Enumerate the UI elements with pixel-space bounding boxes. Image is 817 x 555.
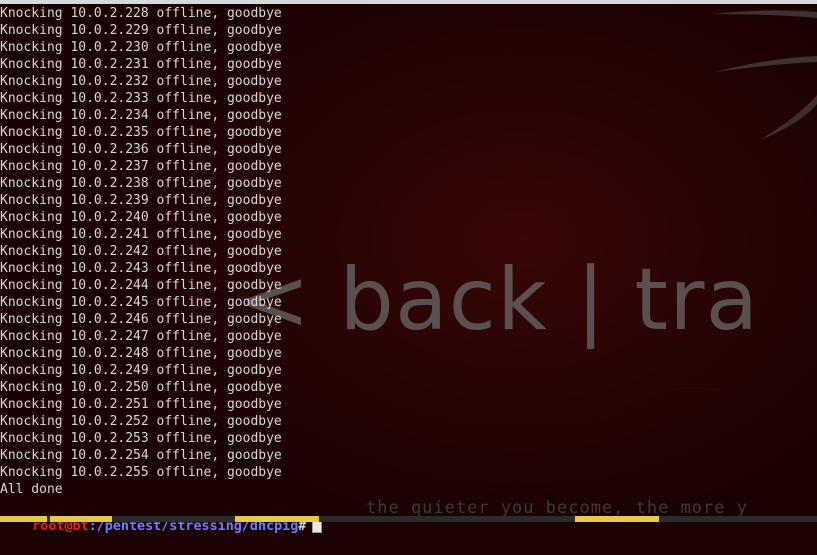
terminal-line: Knocking 10.0.2.253 offline, goodbye [0, 431, 282, 446]
terminal-line: Knocking 10.0.2.230 offline, goodbye [0, 40, 282, 55]
terminal-line: Knocking 10.0.2.237 offline, goodbye [0, 159, 282, 174]
terminal-line: Knocking 10.0.2.250 offline, goodbye [0, 380, 282, 395]
terminal-line: Knocking 10.0.2.235 offline, goodbye [0, 125, 282, 140]
terminal-line: Knocking 10.0.2.246 offline, goodbye [0, 312, 282, 327]
terminal-line: Knocking 10.0.2.255 offline, goodbye [0, 465, 282, 480]
terminal-output: Knocking 10.0.2.228 offline, goodbye Knoc… [0, 5, 282, 498]
taskbar-item-3[interactable] [235, 516, 319, 522]
terminal-line: Knocking 10.0.2.245 offline, goodbye [0, 295, 282, 310]
terminal-line: Knocking 10.0.2.248 offline, goodbye [0, 346, 282, 361]
terminal-line: Knocking 10.0.2.243 offline, goodbye [0, 261, 282, 276]
terminal-line: Knocking 10.0.2.242 offline, goodbye [0, 244, 282, 259]
terminal-line: Knocking 10.0.2.233 offline, goodbye [0, 91, 282, 106]
terminal-line: Knocking 10.0.2.247 offline, goodbye [0, 329, 282, 344]
terminal-line: All done [0, 482, 63, 497]
taskbar-item-1[interactable] [0, 516, 47, 522]
terminal-line: Knocking 10.0.2.228 offline, goodbye [0, 6, 282, 21]
terminal-line: Knocking 10.0.2.251 offline, goodbye [0, 397, 282, 412]
terminal-window[interactable]: Knocking 10.0.2.228 offline, goodbye Knoc… [0, 0, 817, 534]
terminal-line: Knocking 10.0.2.229 offline, goodbye [0, 23, 282, 38]
terminal-line: Knocking 10.0.2.252 offline, goodbye [0, 414, 282, 429]
terminal-line: Knocking 10.0.2.254 offline, goodbye [0, 448, 282, 463]
terminal-line: Knocking 10.0.2.244 offline, goodbye [0, 278, 282, 293]
terminal-line: Knocking 10.0.2.249 offline, goodbye [0, 363, 282, 378]
terminal-line: Knocking 10.0.2.232 offline, goodbye [0, 74, 282, 89]
terminal-line: Knocking 10.0.2.241 offline, goodbye [0, 227, 282, 242]
terminal-line: Knocking 10.0.2.240 offline, goodbye [0, 210, 282, 225]
shell-prompt[interactable]: root@bt:/pentest/stressing/dhcpig# [0, 497, 323, 534]
terminal-line: Knocking 10.0.2.236 offline, goodbye [0, 142, 282, 157]
taskbar-item-2[interactable] [50, 516, 112, 522]
taskbar[interactable] [0, 516, 817, 522]
terminal-line: Knocking 10.0.2.231 offline, goodbye [0, 57, 282, 72]
taskbar-item-4[interactable] [575, 516, 659, 522]
terminal-line: Knocking 10.0.2.239 offline, goodbye [0, 193, 282, 208]
terminal-line: Knocking 10.0.2.238 offline, goodbye [0, 176, 282, 191]
terminal-line: Knocking 10.0.2.234 offline, goodbye [0, 108, 282, 123]
